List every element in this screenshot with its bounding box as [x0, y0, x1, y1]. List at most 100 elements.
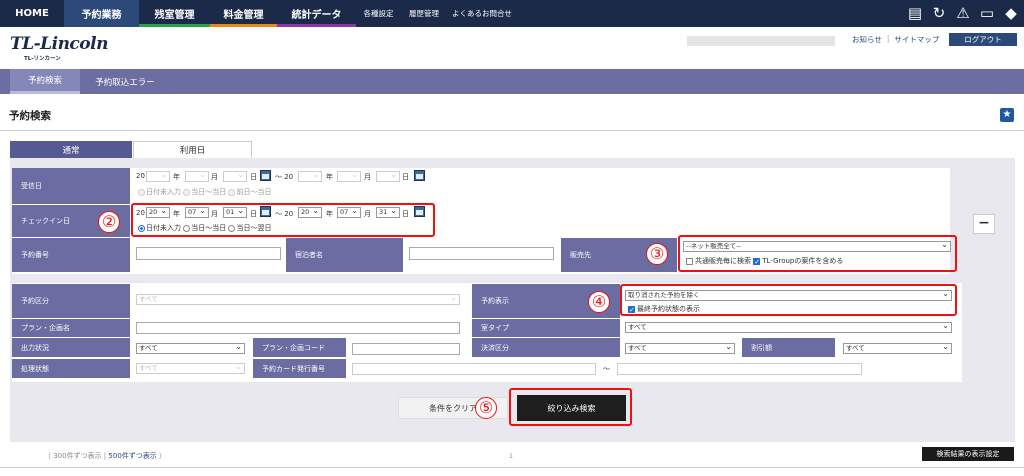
- receipt-date-label: 受信日: [12, 168, 130, 204]
- receipt-from-month-select[interactable]: [185, 171, 209, 182]
- highlight-box: [678, 235, 957, 272]
- favorite-star-icon[interactable]: ★: [1000, 108, 1014, 122]
- nav-label: 履歴管理: [409, 9, 439, 18]
- logo-subtitle: TL-リンカーン: [24, 56, 61, 62]
- nav-label: よくあるお問合せ: [452, 9, 512, 18]
- radio-unset[interactable]: [138, 188, 145, 196]
- annotation-marker: ⑤: [475, 397, 497, 419]
- warning-icon[interactable]: ⚠: [954, 3, 972, 23]
- card-number-from-input[interactable]: [352, 363, 596, 375]
- per-page-control: （ 300件ずつ表示 | 500件ずつ表示 ）: [44, 451, 166, 461]
- nav-statistics[interactable]: 統計データ: [277, 0, 356, 27]
- reservation-number-input[interactable]: [136, 247, 281, 260]
- news-link[interactable]: お知らせ: [852, 34, 882, 45]
- radio-label: 当日〜当日: [191, 188, 227, 196]
- calendar-icon[interactable]: [260, 170, 271, 181]
- nav-label: 予約業務: [81, 10, 122, 21]
- nav-home[interactable]: HOME: [0, 0, 64, 27]
- year-unit: 年: [326, 173, 333, 181]
- radio-yesterday[interactable]: [228, 188, 236, 196]
- sub-navigation: 予約検索 予約取込エラー: [0, 69, 1024, 94]
- day-unit: 日: [402, 173, 409, 181]
- tab-normal[interactable]: 通常: [10, 141, 132, 158]
- year-prefix: 20: [136, 172, 145, 180]
- receipt-to-day-select[interactable]: [376, 171, 400, 182]
- nav-label: 統計データ: [291, 10, 342, 21]
- plan-name-input[interactable]: [136, 322, 460, 334]
- receipt-from-year-select[interactable]: [146, 171, 170, 182]
- radio-label: 前日〜当日: [236, 188, 272, 196]
- nav-settings[interactable]: 各種設定: [356, 0, 401, 27]
- highlight-box: [620, 284, 957, 316]
- payment-type-select[interactable]: すべて: [625, 343, 735, 354]
- reservation-number-label: 予約番号: [12, 238, 130, 272]
- highlight-box: [509, 388, 632, 426]
- range-tilde: 〜: [603, 365, 610, 373]
- output-status-select[interactable]: すべて: [136, 343, 245, 354]
- highlight-box: [131, 203, 435, 237]
- nav-label: 料金管理: [223, 10, 264, 21]
- tab-import-errors[interactable]: 予約取込エラー: [80, 69, 170, 94]
- month-unit: 月: [364, 173, 371, 181]
- display-settings-button[interactable]: 検索結果の表示設定: [922, 447, 1014, 461]
- payment-type-label: 決済区分: [472, 338, 620, 357]
- tab-reservation-search[interactable]: 予約検索: [10, 69, 80, 94]
- calendar-icon[interactable]: [414, 170, 425, 181]
- card-number-label: 予約カード発行番号: [253, 359, 346, 378]
- annotation-marker: ②: [98, 211, 120, 233]
- tab-usage-date[interactable]: 利用日: [133, 141, 252, 158]
- separator: |: [886, 34, 890, 43]
- nav-rates[interactable]: 料金管理: [210, 0, 277, 27]
- plan-name-label: プラン・企画名: [12, 319, 130, 337]
- year-unit: 年: [173, 173, 180, 181]
- user-icon[interactable]: ◆: [1002, 3, 1020, 23]
- plan-code-input[interactable]: [352, 343, 460, 355]
- divider: [0, 130, 1024, 131]
- output-status-label: 出力状況: [12, 338, 130, 357]
- divider: [0, 467, 1024, 468]
- range-tilde: 〜 20: [275, 173, 294, 181]
- per-page-500-link[interactable]: 500件ずつ表示: [108, 452, 156, 460]
- user-info: [687, 36, 835, 46]
- nav-label: HOME: [15, 8, 49, 19]
- page-number[interactable]: 1: [509, 452, 513, 460]
- month-unit: 月: [211, 173, 218, 181]
- guest-name-label: 宿泊者名: [286, 238, 403, 272]
- top-navigation: HOME 予約業務 残室管理 料金管理 統計データ 各種設定 履歴管理 よくある…: [0, 0, 1024, 27]
- nav-faq[interactable]: よくあるお問合せ: [447, 0, 517, 27]
- nav-label: 残室管理: [154, 10, 195, 21]
- refresh-icon[interactable]: ↻: [930, 3, 948, 23]
- plan-code-label: プラン・企画コード: [253, 338, 346, 357]
- guest-name-input[interactable]: [409, 247, 554, 260]
- discount-select[interactable]: すべて: [843, 343, 952, 354]
- clipboard-icon[interactable]: ▤: [906, 3, 924, 23]
- per-page-300: （ 300件ずつ表示 |: [44, 452, 107, 460]
- per-page-close: ）: [159, 452, 167, 460]
- collapse-button[interactable]: −: [973, 214, 995, 234]
- sitemap-link[interactable]: サイトマップ: [894, 34, 939, 45]
- header: TL-Lincoln TL-リンカーン お知らせ | サイトマップ ログアウト: [0, 27, 1024, 68]
- process-status-label: 処理状態: [12, 359, 130, 378]
- room-type-select[interactable]: すべて: [625, 322, 952, 333]
- discount-label: 割引額: [742, 338, 835, 357]
- card-number-to-input[interactable]: [617, 363, 862, 375]
- receipt-to-month-select[interactable]: [337, 171, 361, 182]
- room-type-label: 室タイプ: [472, 319, 620, 337]
- reservation-type-label: 予約区分: [12, 284, 130, 318]
- monitor-icon[interactable]: ▭: [978, 3, 996, 23]
- annotation-marker: ③: [646, 243, 668, 265]
- logout-button[interactable]: ログアウト: [949, 33, 1017, 46]
- radio-today[interactable]: [183, 188, 191, 196]
- page-title: 予約検索: [9, 110, 51, 122]
- day-unit: 日: [250, 173, 257, 181]
- receipt-from-day-select[interactable]: [223, 171, 247, 182]
- receipt-to-year-select[interactable]: [298, 171, 322, 182]
- nav-reservation[interactable]: 予約業務: [64, 0, 139, 27]
- nav-history[interactable]: 履歴管理: [401, 0, 447, 27]
- logo: TL-Lincoln: [10, 34, 108, 54]
- nav-label: 各種設定: [363, 9, 394, 18]
- reservation-type-select[interactable]: すべて: [136, 294, 460, 305]
- process-status-select[interactable]: すべて: [136, 363, 245, 374]
- annotation-marker: ④: [588, 291, 610, 313]
- nav-vacancy[interactable]: 残室管理: [139, 0, 210, 27]
